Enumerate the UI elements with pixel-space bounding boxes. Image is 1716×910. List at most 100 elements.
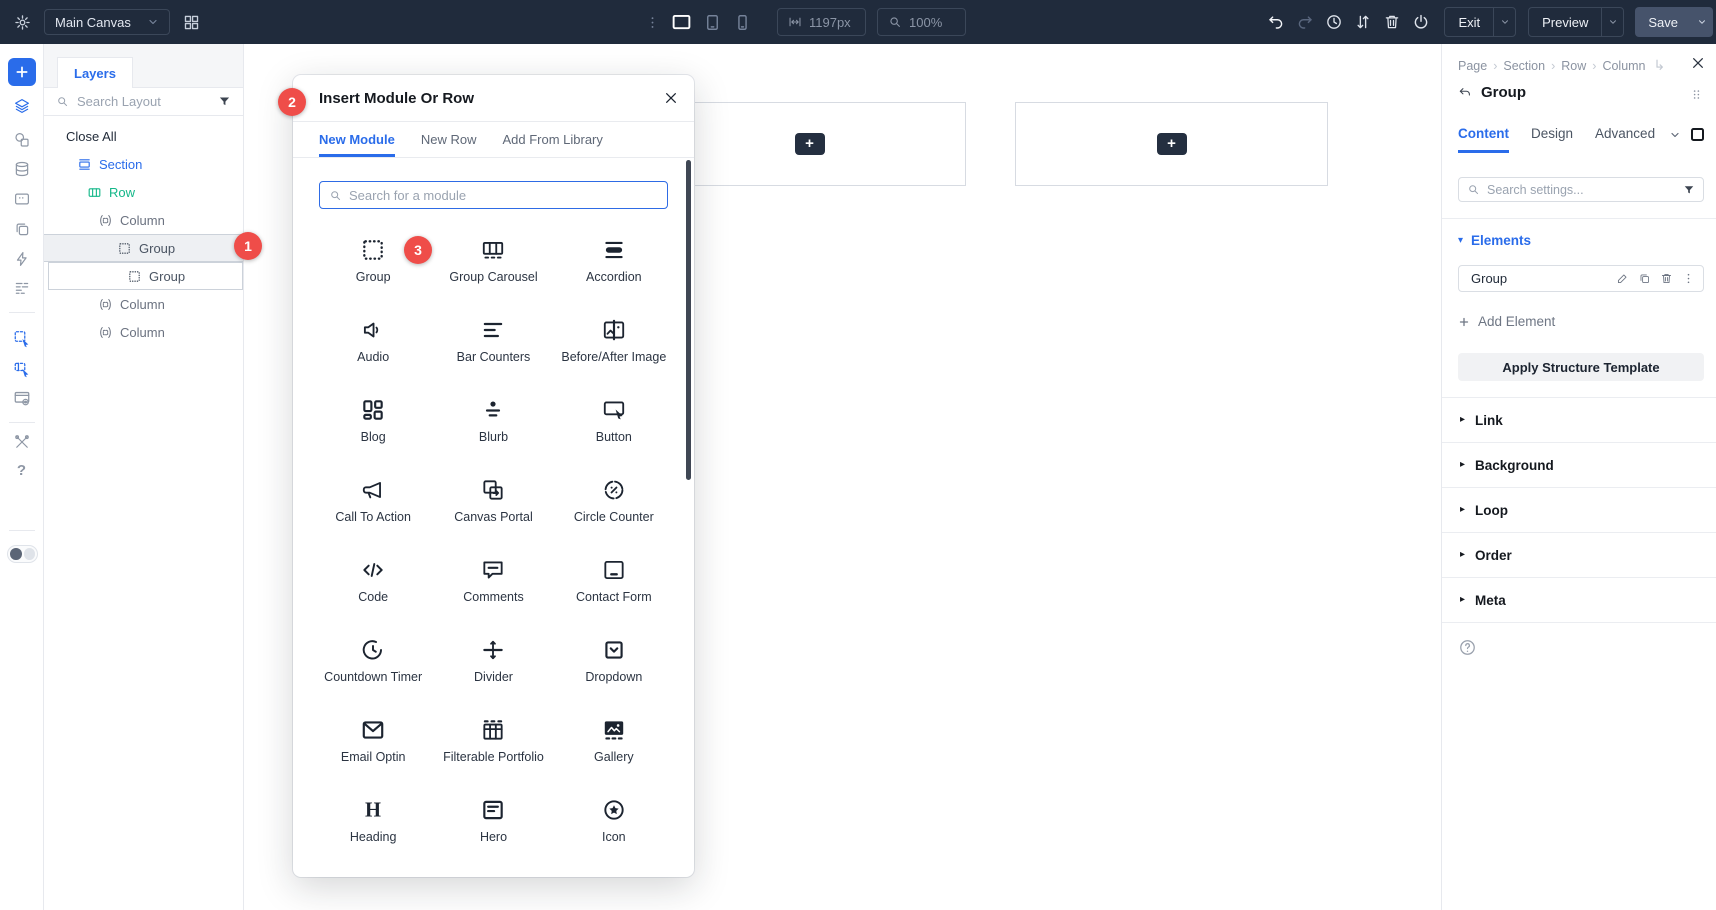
design-shapes-icon[interactable] bbox=[13, 131, 31, 149]
apply-structure-template-button[interactable]: Apply Structure Template bbox=[1458, 353, 1704, 381]
module-item-group-carousel[interactable]: Group Carousel bbox=[433, 222, 553, 302]
zoom-input[interactable] bbox=[909, 15, 955, 30]
module-item-audio[interactable]: Audio bbox=[313, 302, 433, 382]
builder-settings-gear-icon[interactable] bbox=[14, 14, 31, 31]
module-item-contact-form[interactable]: Contact Form bbox=[554, 542, 674, 622]
tab-add-from-library[interactable]: Add From Library bbox=[502, 122, 602, 157]
desktop-view-icon[interactable] bbox=[671, 12, 692, 33]
close-all-button[interactable]: Close All bbox=[44, 122, 243, 150]
module-item-blog[interactable]: Blog bbox=[313, 382, 433, 462]
more-options-icon[interactable] bbox=[1682, 272, 1695, 285]
module-item-accordion[interactable]: Accordion bbox=[554, 222, 674, 302]
module-item-button[interactable]: Button bbox=[554, 382, 674, 462]
element-row-group[interactable]: Group bbox=[1458, 265, 1704, 292]
settings-tab-design[interactable]: Design bbox=[1531, 120, 1573, 153]
help-icon[interactable] bbox=[1458, 638, 1477, 657]
back-arrow-icon[interactable] bbox=[1458, 86, 1472, 100]
power-icon[interactable] bbox=[1412, 13, 1430, 31]
tab-new-row[interactable]: New Row bbox=[421, 122, 477, 157]
history-icon[interactable] bbox=[1325, 13, 1343, 31]
layer-item-group[interactable]: Group bbox=[48, 262, 243, 290]
module-item-before-after-image[interactable]: Before/After Image bbox=[554, 302, 674, 382]
help-icon[interactable]: ? bbox=[17, 462, 26, 479]
section-loop[interactable]: ▸Loop bbox=[1442, 488, 1716, 533]
module-item-hero[interactable]: Hero bbox=[433, 782, 553, 862]
module-item-divider[interactable]: Divider bbox=[433, 622, 553, 702]
preview-button[interactable]: Preview bbox=[1528, 7, 1624, 37]
settings-tab-content[interactable]: Content bbox=[1458, 120, 1509, 153]
module-item-dropdown[interactable]: Dropdown bbox=[554, 622, 674, 702]
module-item-canvas-portal[interactable]: Canvas Portal bbox=[433, 462, 553, 542]
section-link[interactable]: ▸Link bbox=[1442, 398, 1716, 443]
trash-icon[interactable] bbox=[1383, 13, 1401, 31]
insert-module-icon[interactable] bbox=[12, 329, 31, 348]
layer-item-section[interactable]: Section bbox=[44, 150, 243, 178]
module-item-circle-counter[interactable]: Circle Counter bbox=[554, 462, 674, 542]
id-card-icon[interactable] bbox=[13, 190, 31, 208]
sort-arrows-icon[interactable] bbox=[1354, 13, 1372, 31]
layers-panel-icon[interactable] bbox=[13, 97, 31, 115]
chevron-down-icon[interactable] bbox=[1500, 17, 1510, 27]
insert-row-icon[interactable] bbox=[12, 359, 31, 378]
copy-pages-icon[interactable] bbox=[13, 220, 31, 238]
module-item-call-to-action[interactable]: Call To Action bbox=[313, 462, 433, 542]
add-element-button[interactable]: Add Element bbox=[1458, 314, 1555, 329]
chevron-down-icon[interactable] bbox=[1697, 17, 1707, 27]
redo-icon[interactable] bbox=[1296, 13, 1314, 31]
undo-icon[interactable] bbox=[1267, 13, 1285, 31]
filter-icon[interactable] bbox=[1683, 184, 1695, 196]
layer-item-column[interactable]: Column bbox=[44, 206, 243, 234]
chevron-down-icon[interactable] bbox=[1608, 17, 1618, 27]
module-settings-icon[interactable] bbox=[12, 389, 31, 408]
tablet-view-icon[interactable] bbox=[703, 13, 722, 32]
duplicate-icon[interactable] bbox=[1638, 272, 1651, 285]
tools-icon[interactable] bbox=[13, 433, 31, 451]
panel-drag-handle-icon[interactable] bbox=[1689, 87, 1704, 102]
canvas-options-kebab-icon[interactable] bbox=[645, 15, 660, 30]
canvas-selector[interactable]: Main Canvas bbox=[44, 9, 170, 35]
tab-new-module[interactable]: New Module bbox=[319, 122, 395, 157]
module-item-icon[interactable]: Icon bbox=[554, 782, 674, 862]
settings-tab-advanced[interactable]: Advanced bbox=[1595, 120, 1655, 153]
module-item-code[interactable]: Code bbox=[313, 542, 433, 622]
zoom-control[interactable] bbox=[877, 8, 966, 36]
preview-square-icon[interactable] bbox=[1691, 128, 1704, 141]
add-module-button[interactable]: + bbox=[795, 133, 825, 155]
tab-layers[interactable]: Layers bbox=[57, 57, 133, 88]
module-item-filterable-portfolio[interactable]: Filterable Portfolio bbox=[433, 702, 553, 782]
add-new-button[interactable] bbox=[8, 58, 36, 86]
text-list-icon[interactable] bbox=[13, 279, 31, 297]
lightning-icon[interactable] bbox=[13, 250, 31, 268]
close-settings-button[interactable] bbox=[1690, 55, 1706, 71]
breadcrumb-section[interactable]: Section bbox=[1503, 59, 1545, 73]
delete-icon[interactable] bbox=[1660, 272, 1673, 285]
layer-item-column[interactable]: Column bbox=[44, 318, 243, 346]
close-modal-button[interactable] bbox=[663, 90, 679, 106]
filter-icon[interactable] bbox=[218, 95, 231, 108]
module-item-bar-counters[interactable]: Bar Counters bbox=[433, 302, 553, 382]
layers-search-input[interactable] bbox=[77, 94, 210, 109]
section-background[interactable]: ▸Background bbox=[1442, 443, 1716, 488]
layer-item-row[interactable]: Row bbox=[44, 178, 243, 206]
canvas-width-control[interactable] bbox=[777, 8, 866, 36]
module-item-blurb[interactable]: Blurb bbox=[433, 382, 553, 462]
section-meta[interactable]: ▸Meta bbox=[1442, 578, 1716, 623]
settings-search-input[interactable] bbox=[1487, 183, 1676, 197]
tabs-more-chevron-icon[interactable] bbox=[1669, 129, 1681, 141]
add-module-button[interactable]: + bbox=[1157, 133, 1187, 155]
section-order[interactable]: ▸Order bbox=[1442, 533, 1716, 578]
layer-item-group[interactable]: Group bbox=[44, 234, 243, 262]
elements-section-header[interactable]: ▾ Elements bbox=[1458, 233, 1531, 248]
module-item-email-optin[interactable]: Email Optin bbox=[313, 702, 433, 782]
builder-mode-toggle[interactable] bbox=[7, 545, 38, 563]
module-item-countdown-timer[interactable]: Countdown Timer bbox=[313, 622, 433, 702]
module-search-input[interactable] bbox=[349, 188, 658, 203]
module-item-heading[interactable]: HHeading bbox=[313, 782, 433, 862]
edit-icon[interactable] bbox=[1616, 272, 1629, 285]
canvas-width-input[interactable] bbox=[809, 15, 855, 30]
grid-view-icon[interactable] bbox=[183, 14, 200, 31]
module-item-comments[interactable]: Comments bbox=[433, 542, 553, 622]
layer-item-column[interactable]: Column bbox=[44, 290, 243, 318]
breadcrumb-column[interactable]: Column bbox=[1602, 59, 1645, 73]
breadcrumb-page[interactable]: Page bbox=[1458, 59, 1487, 73]
